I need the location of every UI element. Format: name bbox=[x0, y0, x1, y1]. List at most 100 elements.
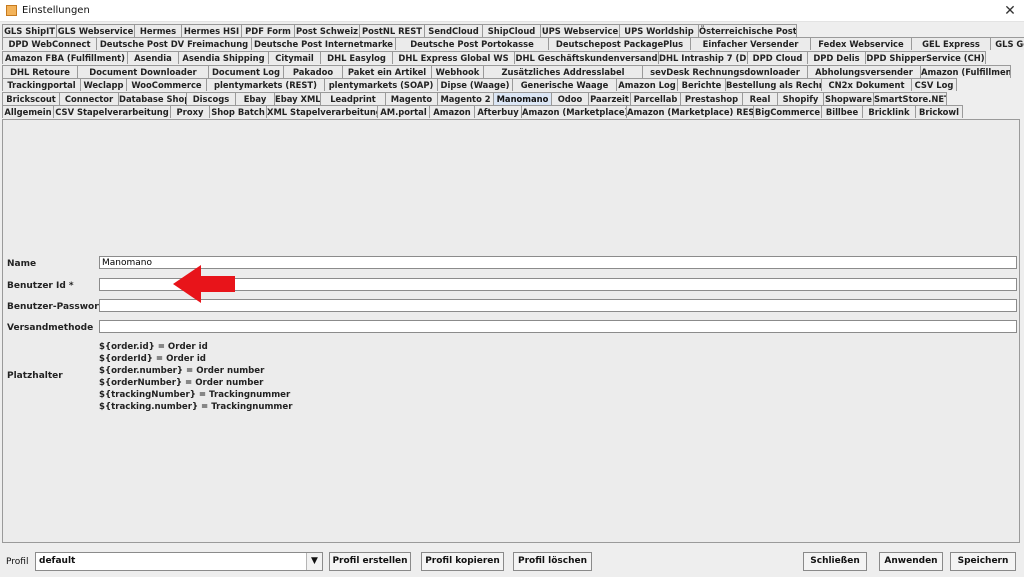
tab-deutsche-post-dv-freimachung[interactable]: Deutsche Post DV Freimachung bbox=[96, 37, 252, 50]
tab-real[interactable]: Real bbox=[742, 92, 778, 105]
tab-dpd-cloud[interactable]: DPD Cloud bbox=[747, 51, 808, 64]
tab-leadprint[interactable]: Leadprint bbox=[320, 92, 386, 105]
create-profile-button[interactable]: Profil erstellen bbox=[329, 552, 411, 571]
tab-hermes[interactable]: Hermes bbox=[134, 24, 182, 37]
name-field[interactable] bbox=[99, 256, 1017, 269]
tab-xml-stapelverarbeitung[interactable]: XML Stapelverarbeitung bbox=[266, 105, 378, 118]
tab-dhl-intraship-7-de[interactable]: DHL Intraship 7 (DE) bbox=[658, 51, 748, 64]
tab-woocommerce[interactable]: WooCommerce bbox=[126, 78, 207, 91]
tab-ebay-xml[interactable]: Ebay XML bbox=[274, 92, 321, 105]
tab-bestellung-als-rechnung[interactable]: Bestellung als Rechnung bbox=[725, 78, 822, 91]
profile-select[interactable]: default ▼ bbox=[35, 552, 323, 571]
tab-dhl-geschäftskundenversand[interactable]: DHL Geschäftskundenversand bbox=[514, 51, 659, 64]
tab-shop-batch[interactable]: Shop Batch bbox=[209, 105, 267, 118]
tab-amazon[interactable]: Amazon bbox=[429, 105, 475, 118]
tab-plentymarkets-rest[interactable]: plentymarkets (REST) bbox=[206, 78, 325, 91]
tab-dhl-retoure[interactable]: DHL Retoure bbox=[2, 65, 78, 78]
tab-billbee[interactable]: Billbee bbox=[821, 105, 863, 118]
tab-brickowl[interactable]: Brickowl bbox=[915, 105, 963, 118]
tab-connector[interactable]: Connector bbox=[59, 92, 119, 105]
tab-österreichische-post[interactable]: Österreichische Post bbox=[698, 24, 797, 37]
tab-manomano[interactable]: Manomano bbox=[493, 92, 552, 105]
tab-dpd-delis[interactable]: DPD Delis bbox=[807, 51, 866, 64]
tab-webhook[interactable]: Webhook bbox=[431, 65, 484, 78]
tab-gls-shipit[interactable]: GLS ShipIT bbox=[2, 24, 57, 37]
tab-plentymarkets-soap[interactable]: plentymarkets (SOAP) bbox=[324, 78, 438, 91]
tab-amazon-fba-fulfillment[interactable]: Amazon FBA (Fulfillment) bbox=[2, 51, 128, 64]
password-field[interactable] bbox=[99, 299, 1017, 312]
tab-magento[interactable]: Magento bbox=[385, 92, 438, 105]
tab-document-downloader[interactable]: Document Downloader bbox=[77, 65, 209, 78]
tab-dpd-shipperservice-ch[interactable]: DPD ShipperService (CH) bbox=[865, 51, 986, 64]
tab-pdf-form[interactable]: PDF Form bbox=[241, 24, 295, 37]
tab-cn2x-dokument[interactable]: CN2x Dokument bbox=[821, 78, 912, 91]
tab-pakadoo[interactable]: Pakadoo bbox=[283, 65, 343, 78]
tab-dhl-express-global-ws[interactable]: DHL Express Global WS bbox=[392, 51, 515, 64]
tab-odoo[interactable]: Odoo bbox=[551, 92, 589, 105]
tab-weclapp[interactable]: Weclapp bbox=[80, 78, 127, 91]
tab-shopware[interactable]: Shopware bbox=[823, 92, 874, 105]
tab-amazon-marketplace-rest[interactable]: Amazon (Marketplace) REST bbox=[626, 105, 754, 118]
tab-post-schweiz[interactable]: Post Schweiz bbox=[294, 24, 360, 37]
tab-proxy[interactable]: Proxy bbox=[170, 105, 210, 118]
tab-ups-worldship[interactable]: UPS Worldship bbox=[619, 24, 699, 37]
tab-hermes-hsi[interactable]: Hermes HSI bbox=[181, 24, 242, 37]
tab-dipse-waage[interactable]: Dipse (Waage) bbox=[437, 78, 513, 91]
tab-amazon-marketplace[interactable]: Amazon (Marketplace) bbox=[521, 105, 627, 118]
tab-bricklink[interactable]: Bricklink bbox=[862, 105, 916, 118]
tab-ebay[interactable]: Ebay bbox=[235, 92, 275, 105]
tab-abholungsversender[interactable]: Abholungsversender bbox=[807, 65, 921, 78]
chevron-down-icon[interactable]: ▼ bbox=[306, 553, 322, 570]
tab-gls-gepard[interactable]: GLS Gepard bbox=[990, 37, 1024, 50]
tab-berichte[interactable]: Berichte bbox=[677, 78, 726, 91]
profile-select-value: default bbox=[39, 556, 76, 566]
tab-parcellab[interactable]: Parcellab bbox=[630, 92, 681, 105]
tab-deutsche-post-internetmarke[interactable]: Deutsche Post Internetmarke bbox=[251, 37, 396, 50]
tab-postnl-rest[interactable]: PostNL REST bbox=[359, 24, 425, 37]
tab-asendia[interactable]: Asendia bbox=[127, 51, 179, 64]
tab-discogs[interactable]: Discogs bbox=[186, 92, 236, 105]
tab-einfacher-versender[interactable]: Einfacher Versender bbox=[690, 37, 811, 50]
tab-sendcloud[interactable]: SendCloud bbox=[424, 24, 483, 37]
tab-citymail[interactable]: Citymail bbox=[268, 51, 321, 64]
tab-afterbuy[interactable]: Afterbuy bbox=[474, 105, 522, 118]
tab-csv-log[interactable]: CSV Log bbox=[911, 78, 957, 91]
tab-dhl-easylog[interactable]: DHL Easylog bbox=[320, 51, 393, 64]
copy-profile-button[interactable]: Profil kopieren bbox=[421, 552, 504, 571]
tab-am-portal[interactable]: AM.portal bbox=[377, 105, 430, 118]
tab-deutschepost-packageplus[interactable]: Deutschepost PackagePlus bbox=[548, 37, 691, 50]
tab-allgemein[interactable]: Allgemein bbox=[2, 105, 54, 118]
tab-asendia-shipping[interactable]: Asendia Shipping bbox=[178, 51, 269, 64]
save-button[interactable]: Speichern bbox=[950, 552, 1016, 571]
close-icon[interactable]: ✕ bbox=[996, 0, 1024, 22]
tab-bigcommerce[interactable]: BigCommerce bbox=[753, 105, 822, 118]
shipping-method-field[interactable] bbox=[99, 320, 1017, 333]
tab-smartstore-net[interactable]: SmartStore.NET bbox=[873, 92, 947, 105]
close-button[interactable]: Schließen bbox=[803, 552, 867, 571]
tab-magento-2[interactable]: Magento 2 bbox=[437, 92, 494, 105]
delete-profile-button[interactable]: Profil löschen bbox=[513, 552, 592, 571]
tab-brickscout[interactable]: Brickscout bbox=[2, 92, 60, 105]
tab-prestashop[interactable]: Prestashop bbox=[680, 92, 743, 105]
tab-amazon-fulfillment[interactable]: Amazon (Fulfillment) bbox=[920, 65, 1011, 78]
tab-zusätzliches-addresslabel[interactable]: Zusätzliches Addresslabel bbox=[483, 65, 643, 78]
apply-button[interactable]: Anwenden bbox=[879, 552, 943, 571]
tab-shopify[interactable]: Shopify bbox=[777, 92, 824, 105]
tab-csv-stapelverarbeitung[interactable]: CSV Stapelverarbeitung bbox=[53, 105, 171, 118]
tab-database-shop[interactable]: Database Shop bbox=[118, 92, 187, 105]
user-id-field[interactable] bbox=[99, 278, 1017, 291]
tab-document-log[interactable]: Document Log bbox=[208, 65, 284, 78]
tab-paarzeit[interactable]: Paarzeit bbox=[588, 92, 631, 105]
tab-shipcloud[interactable]: ShipCloud bbox=[482, 24, 541, 37]
tab-ups-webservice[interactable]: UPS Webservice bbox=[540, 24, 620, 37]
tab-fedex-webservice[interactable]: Fedex Webservice bbox=[810, 37, 912, 50]
tab-deutsche-post-portokasse[interactable]: Deutsche Post Portokasse bbox=[395, 37, 549, 50]
tab-gel-express[interactable]: GEL Express bbox=[911, 37, 991, 50]
tab-gls-webservice[interactable]: GLS Webservice bbox=[56, 24, 135, 37]
tab-paket-ein-artikel[interactable]: Paket ein Artikel bbox=[342, 65, 432, 78]
tab-trackingportal[interactable]: Trackingportal bbox=[2, 78, 81, 91]
tab-amazon-log[interactable]: Amazon Log bbox=[616, 78, 678, 91]
tab-sevdesk-rechnungsdownloader[interactable]: sevDesk Rechnungsdownloader bbox=[642, 65, 808, 78]
tab-generische-waage[interactable]: Generische Waage bbox=[512, 78, 617, 91]
tab-dpd-webconnect[interactable]: DPD WebConnect bbox=[2, 37, 97, 50]
